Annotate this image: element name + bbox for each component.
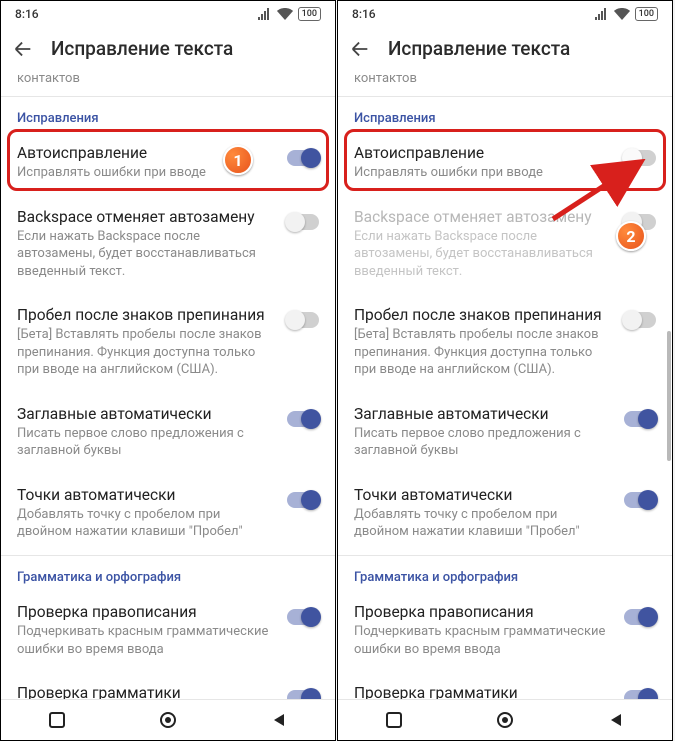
row-title: Заглавные автоматически xyxy=(17,405,277,423)
switch-autocorrect[interactable] xyxy=(624,150,656,166)
status-time: 8:16 xyxy=(15,7,39,21)
switch-caps[interactable] xyxy=(624,411,656,427)
action-bar: Исправление текста xyxy=(338,27,672,71)
scrollbar-thumb[interactable] xyxy=(667,331,671,461)
row-dots[interactable]: Точки автоматически Добавлять точку с пр… xyxy=(338,474,672,555)
status-bar: 8:16 100 xyxy=(338,1,672,27)
row-backspace: Backspace отменяет автозамену Если нажат… xyxy=(338,196,672,295)
battery-icon: 100 xyxy=(298,7,321,21)
row-autocorrect[interactable]: Автоисправление Исправлять ошибки при вв… xyxy=(338,132,672,196)
row-title: Проверка правописания xyxy=(354,603,614,621)
nav-home-icon[interactable] xyxy=(157,709,179,731)
status-icons: 100 xyxy=(595,7,658,21)
row-sub: Исправлять ошибки при вводе xyxy=(17,164,277,182)
action-bar: Исправление текста xyxy=(1,27,335,71)
row-sub: Подчеркивать красным грамматические ошиб… xyxy=(17,623,277,658)
row-grammar[interactable]: Проверка грамматики Подчеркивать синим г… xyxy=(338,672,672,699)
row-backspace[interactable]: Backspace отменяет автозамену Если нажат… xyxy=(1,196,335,295)
status-bar: 8:16 100 xyxy=(1,1,335,27)
row-sub: [Бета] Вставлять пробелы после знаков пр… xyxy=(17,326,277,379)
row-sub: Исправлять ошибки при вводе xyxy=(354,164,614,182)
row-title: Точки автоматически xyxy=(17,486,277,504)
row-title: Автоисправление xyxy=(354,144,614,162)
signal-icon xyxy=(258,8,272,20)
wifi-icon xyxy=(614,8,630,20)
content: контактов Исправления Автоисправление Ис… xyxy=(1,71,335,699)
status-time: 8:16 xyxy=(352,7,376,21)
switch-dots[interactable] xyxy=(287,492,319,508)
switch-spell[interactable] xyxy=(287,609,319,625)
back-button[interactable] xyxy=(348,37,372,61)
overflow-text: контактов xyxy=(338,71,672,96)
battery-icon: 100 xyxy=(635,7,658,21)
row-title: Backspace отменяет автозамену xyxy=(17,208,277,226)
switch-spell[interactable] xyxy=(624,609,656,625)
row-sub: [Бета] Вставлять пробелы после знаков пр… xyxy=(354,326,614,379)
overflow-text: контактов xyxy=(1,71,335,96)
page-title: Исправление текста xyxy=(388,37,570,60)
section-corrections: Исправления xyxy=(1,97,335,132)
row-title: Автоисправление xyxy=(17,144,277,162)
row-space-punct[interactable]: Пробел после знаков препинания [Бета] Вс… xyxy=(338,294,672,393)
switch-space-punct[interactable] xyxy=(287,312,319,328)
switch-grammar[interactable] xyxy=(287,690,319,699)
row-autocorrect[interactable]: Автоисправление Исправлять ошибки при вв… xyxy=(1,132,335,196)
row-sub: Если нажать Backspace после автозамены, … xyxy=(354,228,614,281)
row-title: Проверка грамматики xyxy=(354,684,614,699)
switch-grammar[interactable] xyxy=(624,690,656,699)
row-title: Заглавные автоматически xyxy=(354,405,614,423)
page-title: Исправление текста xyxy=(51,37,233,60)
row-title: Проверка грамматики xyxy=(17,684,277,699)
status-icons: 100 xyxy=(258,7,321,21)
switch-backspace xyxy=(624,214,656,230)
signal-icon xyxy=(595,8,609,20)
switch-backspace[interactable] xyxy=(287,214,319,230)
phone-right: 8:16 100 Исправление текста контактов Ис… xyxy=(337,0,673,741)
nav-recent-icon[interactable] xyxy=(46,709,68,731)
section-grammar: Грамматика и орфография xyxy=(1,556,335,591)
row-sub: Добавлять точку с пробелом при двойном н… xyxy=(354,506,614,541)
row-sub: Добавлять точку с пробелом при двойном н… xyxy=(17,506,277,541)
row-dots[interactable]: Точки автоматически Добавлять точку с пр… xyxy=(1,474,335,555)
row-title: Пробел после знаков препинания xyxy=(354,306,614,324)
row-caps[interactable]: Заглавные автоматически Писать первое сл… xyxy=(1,393,335,474)
row-sub: Подчеркивать красным грамматические ошиб… xyxy=(354,623,614,658)
switch-caps[interactable] xyxy=(287,411,319,427)
nav-home-icon[interactable] xyxy=(494,709,516,731)
row-spell[interactable]: Проверка правописания Подчеркивать красн… xyxy=(338,591,672,672)
nav-back-icon[interactable] xyxy=(605,709,627,731)
back-button[interactable] xyxy=(11,37,35,61)
row-grammar[interactable]: Проверка грамматики Подчеркивать синим г… xyxy=(1,672,335,699)
section-grammar: Грамматика и орфография xyxy=(338,556,672,591)
row-title: Точки автоматически xyxy=(354,486,614,504)
row-sub: Если нажать Backspace после автозамены, … xyxy=(17,228,277,281)
row-caps[interactable]: Заглавные автоматически Писать первое сл… xyxy=(338,393,672,474)
navbar xyxy=(1,699,335,740)
row-sub: Писать первое слово предложения с заглав… xyxy=(17,425,277,460)
row-sub: Писать первое слово предложения с заглав… xyxy=(354,425,614,460)
wifi-icon xyxy=(277,8,293,20)
nav-recent-icon[interactable] xyxy=(383,709,405,731)
row-spell[interactable]: Проверка правописания Подчеркивать красн… xyxy=(1,591,335,672)
row-space-punct[interactable]: Пробел после знаков препинания [Бета] Вс… xyxy=(1,294,335,393)
row-title: Backspace отменяет автозамену xyxy=(354,208,614,226)
switch-space-punct[interactable] xyxy=(624,312,656,328)
content: контактов Исправления Автоисправление Ис… xyxy=(338,71,672,699)
switch-autocorrect[interactable] xyxy=(287,150,319,166)
phone-left: 8:16 100 Исправление текста контактов Ис… xyxy=(0,0,336,741)
section-corrections: Исправления xyxy=(338,97,672,132)
switch-dots[interactable] xyxy=(624,492,656,508)
navbar xyxy=(338,699,672,740)
row-title: Проверка правописания xyxy=(17,603,277,621)
nav-back-icon[interactable] xyxy=(268,709,290,731)
row-title: Пробел после знаков препинания xyxy=(17,306,277,324)
